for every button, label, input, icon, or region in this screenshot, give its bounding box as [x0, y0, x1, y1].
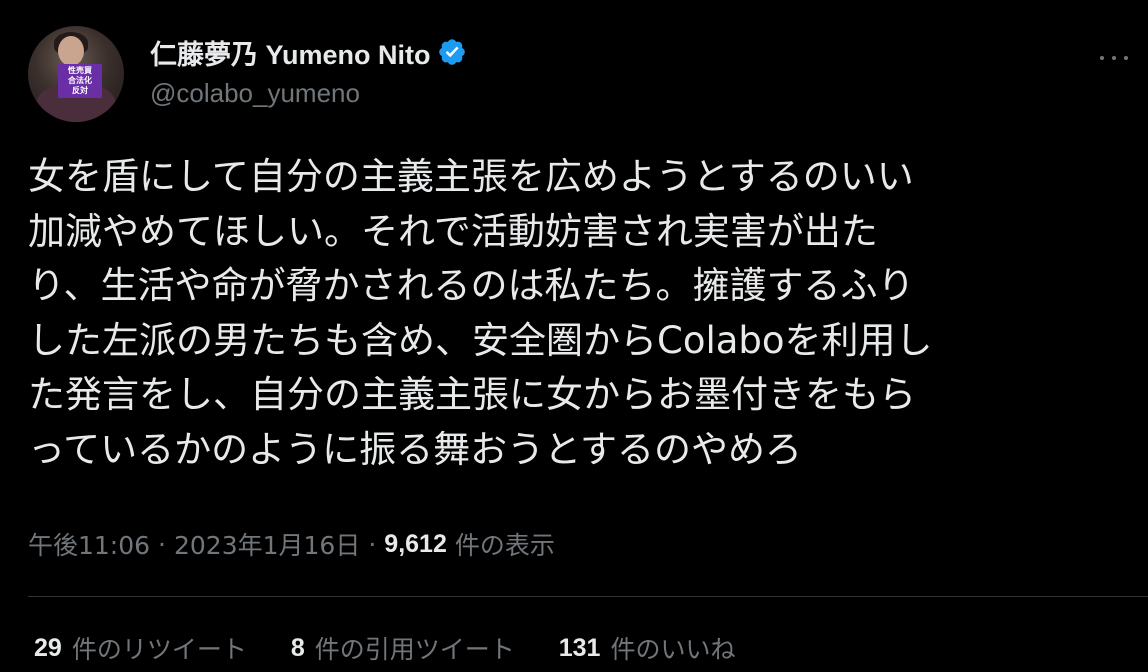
tweet-body: 女を盾にして自分の主義主張を広めようとするのいい 加減やめてほしい。それで活動妨…: [28, 150, 1128, 477]
retweets-count: 29: [34, 633, 62, 662]
tweet-meta: 午後11:06 · 2023年1月16日 · 9,612 件の表示: [28, 524, 555, 564]
avatar-face-shape: [58, 36, 84, 66]
likes-label: 件のいいね: [610, 635, 736, 664]
tweet-text-line: した左派の男たちも含め、安全圏からColaboを利用し: [28, 318, 933, 362]
likes-count: 131: [558, 633, 601, 662]
views-label: 件の表示: [454, 531, 555, 560]
more-horizontal-icon[interactable]: [1100, 54, 1128, 62]
verified-badge-icon: [437, 37, 467, 67]
quote-tweets-count: 8: [290, 633, 305, 662]
avatar[interactable]: 性売買 合法化 反対: [28, 26, 124, 122]
views-count: 9,612: [384, 529, 447, 558]
tweet-text-line: 加減やめてほしい。それで活動妨害され実害が出た: [28, 209, 878, 253]
tweet-text-line: り、生活や命が脅かされるのは私たち。擁護するふり: [28, 264, 915, 307]
meta-separator: ·: [158, 529, 166, 559]
quote-tweets-stat[interactable]: 8 件の引用ツイート: [291, 630, 515, 666]
author-handle[interactable]: @colabo_yumeno: [150, 78, 360, 109]
retweets-label: 件のリツイート: [71, 635, 247, 664]
meta-separator: ·: [368, 529, 377, 559]
author-display-name[interactable]: 仁藤夢乃 Yumeno Nito: [150, 33, 431, 72]
likes-stat[interactable]: 131 件のいいね: [559, 630, 736, 666]
quote-tweets-label: 件の引用ツイート: [314, 635, 515, 664]
tweet-text-line: た発言をし、自分の主義主張に女からお墨付きをもら: [28, 373, 916, 416]
tweet-text-line: っているかのように振る舞おうとするのやめろ: [28, 427, 803, 471]
tweet-header: 性売買 合法化 反対 仁藤夢乃 Yumeno Nito @colabo_yume…: [28, 26, 1128, 126]
divider: [28, 596, 1148, 597]
avatar-protest-sign: 性売買 合法化 反対: [58, 64, 102, 98]
tweet-stats: 29 件のリツイート 8 件の引用ツイート 131 件のいいね: [34, 628, 779, 668]
tweet-date[interactable]: 2023年1月16日: [174, 526, 360, 562]
avatar-sign-text: 性売買 合法化 反対: [68, 66, 92, 95]
tweet-text-line: 女を盾にして自分の主義主張を広めようとするのいい: [28, 155, 914, 198]
retweets-stat[interactable]: 29 件のリツイート: [34, 630, 247, 666]
author-name-line[interactable]: 仁藤夢乃 Yumeno Nito: [150, 34, 467, 70]
tweet-time[interactable]: 午後11:06: [28, 526, 150, 562]
